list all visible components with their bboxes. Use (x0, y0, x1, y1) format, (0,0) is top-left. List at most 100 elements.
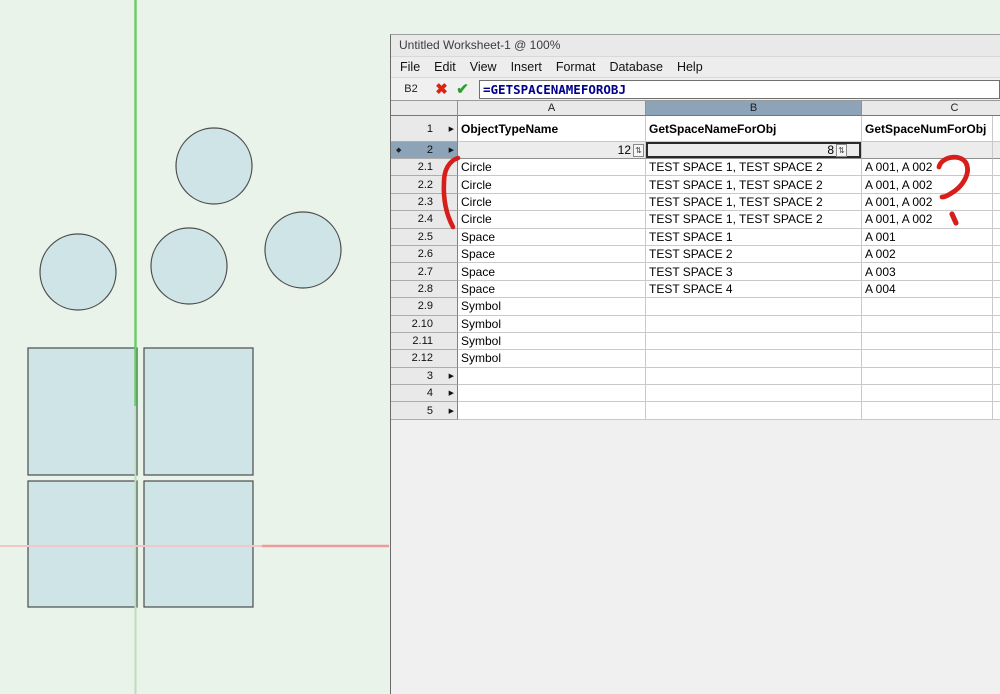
rectangle-shape-3[interactable] (28, 481, 137, 607)
cell-B-2.9[interactable] (646, 298, 862, 315)
row-header-2.4[interactable]: 2.4 (391, 211, 458, 228)
row-header-2.9[interactable]: 2.9 (391, 298, 458, 315)
menu-format[interactable]: Format (549, 57, 603, 77)
cell-C-2.12[interactable] (862, 350, 993, 367)
menu-file[interactable]: File (393, 57, 427, 77)
cell-B-2.4[interactable]: TEST SPACE 1, TEST SPACE 2 (646, 211, 862, 228)
rectangle-shape-2[interactable] (144, 348, 253, 475)
cell-A-2.3[interactable]: Circle (458, 194, 646, 211)
circle-shape-3[interactable] (151, 228, 227, 304)
cell-C-2.9[interactable] (862, 298, 993, 315)
cell-A-2.12[interactable]: Symbol (458, 350, 646, 367)
cell-B-2.8[interactable]: TEST SPACE 4 (646, 281, 862, 298)
cell-B-2[interactable]: 8⇅ (646, 142, 862, 159)
cell-C-2.6[interactable]: A 002 (862, 246, 993, 263)
row-header-2.10[interactable]: 2.10 (391, 316, 458, 333)
cell-B-2.7[interactable]: TEST SPACE 3 (646, 263, 862, 280)
cell-C-2.8[interactable]: A 004 (862, 281, 993, 298)
column-header-C[interactable]: C (862, 101, 1000, 116)
database-sort-icon[interactable]: ⇅ (633, 144, 644, 157)
menu-help[interactable]: Help (670, 57, 710, 77)
cell-C-2.10[interactable] (862, 316, 993, 333)
cell-B-2.11[interactable] (646, 333, 862, 350)
circle-shape-4[interactable] (265, 212, 341, 288)
cell-B-1[interactable]: GetSpaceNameForObj (646, 116, 862, 142)
menu-database[interactable]: Database (602, 57, 670, 77)
cell-A-2.9[interactable]: Symbol (458, 298, 646, 315)
cell-B-3[interactable] (646, 368, 862, 385)
rectangle-shape-1[interactable] (28, 348, 137, 475)
menu-insert[interactable]: Insert (504, 57, 549, 77)
cell-A-2.2[interactable]: Circle (458, 176, 646, 193)
row-header-2.2[interactable]: 2.2 (391, 176, 458, 193)
row-header-2.1[interactable]: 2.1 (391, 159, 458, 176)
row-expand-arrow-icon[interactable]: ▶ (449, 389, 454, 397)
row-2.11: 2.11Symbol (391, 333, 1000, 350)
cell-A-4[interactable] (458, 385, 646, 402)
worksheet-title-bar[interactable]: Untitled Worksheet-1 @ 100% (391, 35, 1000, 57)
row-header-5[interactable]: 5▶ (391, 402, 458, 419)
cell-A-2.4[interactable]: Circle (458, 211, 646, 228)
menu-edit[interactable]: Edit (427, 57, 463, 77)
row-expand-arrow-icon[interactable]: ▶ (449, 372, 454, 380)
row-header-2.7[interactable]: 2.7 (391, 263, 458, 280)
database-sort-icon[interactable]: ⇅ (836, 144, 847, 157)
cell-C-4[interactable] (862, 385, 993, 402)
cell-A-2.1[interactable]: Circle (458, 159, 646, 176)
row-header-2.12[interactable]: 2.12 (391, 350, 458, 367)
cell-B-5[interactable] (646, 402, 862, 419)
cell-B-2.6[interactable]: TEST SPACE 2 (646, 246, 862, 263)
row-expand-arrow-icon[interactable]: ▶ (449, 146, 454, 154)
cell-A-2.8[interactable]: Space (458, 281, 646, 298)
cell-C-3[interactable] (862, 368, 993, 385)
cell-B-2.2[interactable]: TEST SPACE 1, TEST SPACE 2 (646, 176, 862, 193)
row-header-1[interactable]: 1▶ (391, 116, 458, 142)
cell-C-5[interactable] (862, 402, 993, 419)
cell-C-2.2[interactable]: A 001, A 002 (862, 176, 993, 193)
cell-A-2.6[interactable]: Space (458, 246, 646, 263)
cell-C-2.4[interactable]: A 001, A 002 (862, 211, 993, 228)
cell-B-2.12[interactable] (646, 350, 862, 367)
formula-accept-icon[interactable]: ✔ (452, 79, 473, 100)
cell-A-3[interactable] (458, 368, 646, 385)
cell-A-2.7[interactable]: Space (458, 263, 646, 280)
cell-B-2.3[interactable]: TEST SPACE 1, TEST SPACE 2 (646, 194, 862, 211)
cell-C-2.5[interactable]: A 001 (862, 229, 993, 246)
cell-A-2[interactable]: 12⇅ (458, 142, 646, 159)
row-header-2[interactable]: 2◆▶ (391, 142, 458, 159)
circle-shape-1[interactable] (176, 128, 252, 204)
cell-C-2.7[interactable]: A 003 (862, 263, 993, 280)
circle-shape-2[interactable] (40, 234, 116, 310)
cell-B-2.10[interactable] (646, 316, 862, 333)
cell-C-1[interactable]: GetSpaceNumForObj (862, 116, 993, 142)
cell-C-2[interactable] (862, 142, 993, 159)
cell-A-2.10[interactable]: Symbol (458, 316, 646, 333)
column-header-A[interactable]: A (458, 101, 646, 116)
cell-C-2.11[interactable] (862, 333, 993, 350)
row-header-4[interactable]: 4▶ (391, 385, 458, 402)
row-header-2.8[interactable]: 2.8 (391, 281, 458, 298)
cell-C-2.3[interactable]: A 001, A 002 (862, 194, 993, 211)
cell-B-2.1[interactable]: TEST SPACE 1, TEST SPACE 2 (646, 159, 862, 176)
drawing-canvas-area[interactable] (0, 0, 390, 694)
rectangle-shape-4[interactable] (144, 481, 253, 607)
cell-A-2.5[interactable]: Space (458, 229, 646, 246)
cell-C-2.1[interactable]: A 001, A 002 (862, 159, 993, 176)
row-header-2.3[interactable]: 2.3 (391, 194, 458, 211)
row-header-2.11[interactable]: 2.11 (391, 333, 458, 350)
row-header-2.6[interactable]: 2.6 (391, 246, 458, 263)
cell-A-2.11[interactable]: Symbol (458, 333, 646, 350)
column-header-B[interactable]: B (646, 101, 862, 116)
cell-B-4[interactable] (646, 385, 862, 402)
cell-A-1[interactable]: ObjectTypeName (458, 116, 646, 142)
cell-B-2.5[interactable]: TEST SPACE 1 (646, 229, 862, 246)
row-header-3[interactable]: 3▶ (391, 368, 458, 385)
formula-input[interactable]: =GETSPACENAMEFOROBJ (479, 80, 1000, 99)
cell-A-5[interactable] (458, 402, 646, 419)
row-expand-arrow-icon[interactable]: ▶ (449, 125, 454, 133)
row-header-2.5[interactable]: 2.5 (391, 229, 458, 246)
menu-view[interactable]: View (463, 57, 504, 77)
row-expand-arrow-icon[interactable]: ▶ (449, 407, 454, 415)
formula-cancel-icon[interactable]: ✖ (431, 79, 452, 100)
corner-cell[interactable] (391, 101, 458, 116)
